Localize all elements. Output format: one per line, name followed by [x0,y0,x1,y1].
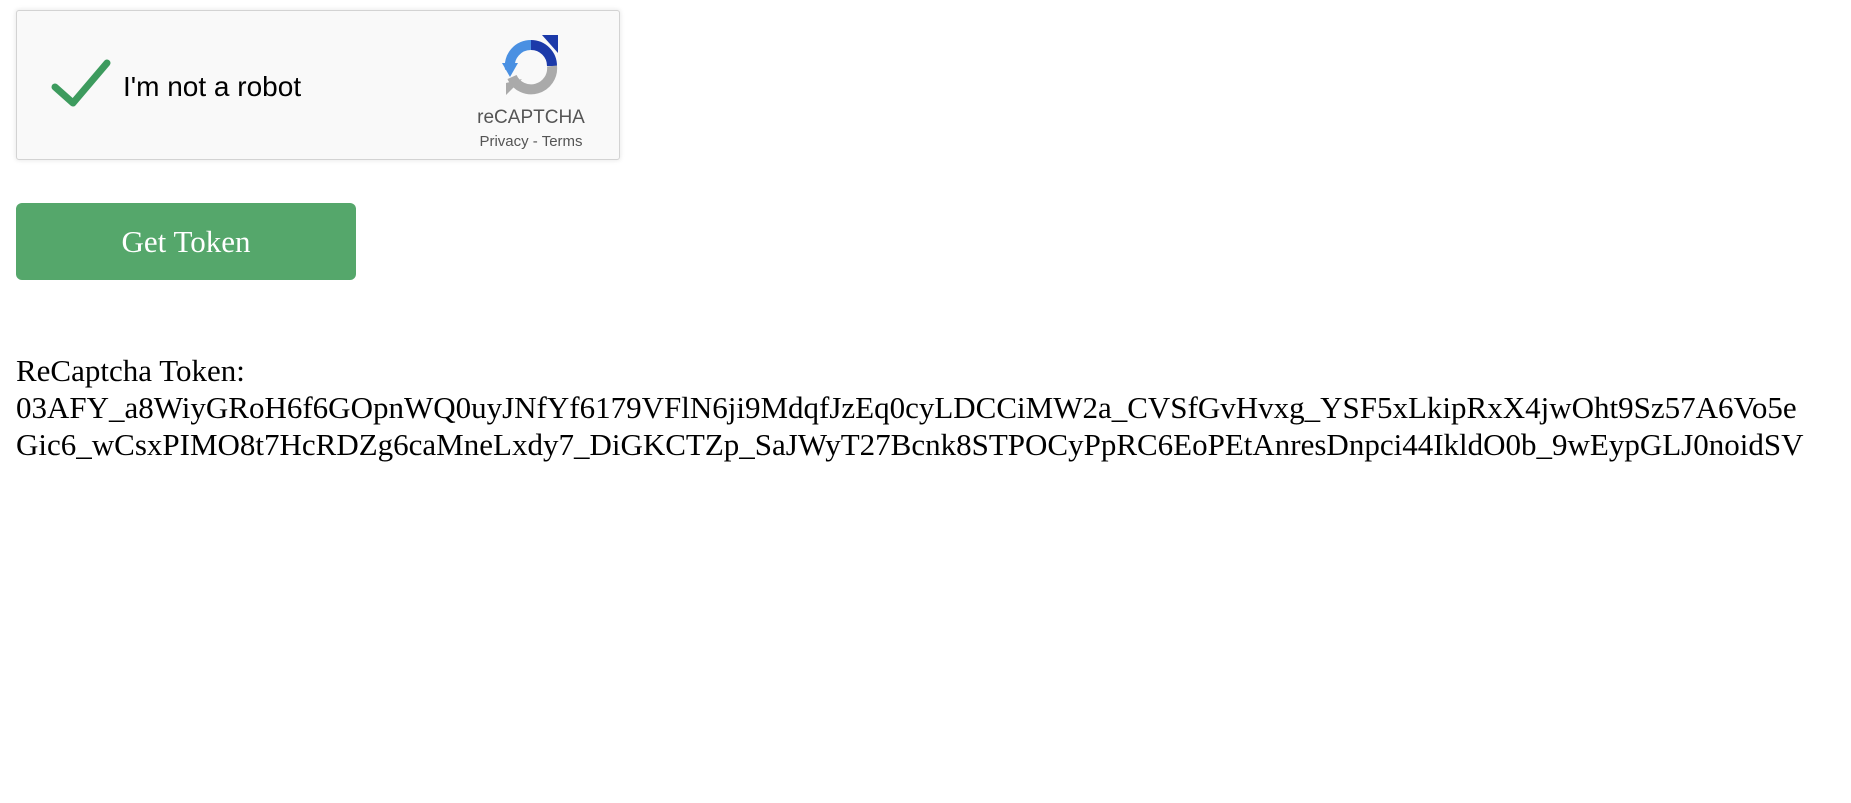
token-output: ReCaptcha Token: 03AFY_a8WiyGRoH6f6GOpnW… [16,352,1851,463]
token-heading: ReCaptcha Token: [16,353,245,388]
terms-link[interactable]: Terms [542,133,583,150]
recaptcha-logo-icon [502,35,558,95]
links-separator: - [528,133,542,150]
recaptcha-links: Privacy - Terms [465,132,597,152]
recaptcha-checkbox-label[interactable]: I'm not a robot [123,67,301,107]
get-token-button[interactable]: Get Token [16,203,356,280]
token-value-line-2: Gic6_wCsxPIMO8t7HcRDZg6caMneLxdy7_DiGKCT… [16,427,1804,462]
recaptcha-widget: I'm not a robot reCAPTCHA Privacy - Term… [16,10,620,160]
recaptcha-brand-text: reCAPTCHA [477,107,585,128]
privacy-link[interactable]: Privacy [479,133,528,150]
token-value-line-1: 03AFY_a8WiyGRoH6f6GOpnWQ0uyJNfYf6179VFlN… [16,390,1797,425]
recaptcha-branding: reCAPTCHA Privacy - Terms [465,33,597,153]
checkmark-icon[interactable] [51,57,111,109]
